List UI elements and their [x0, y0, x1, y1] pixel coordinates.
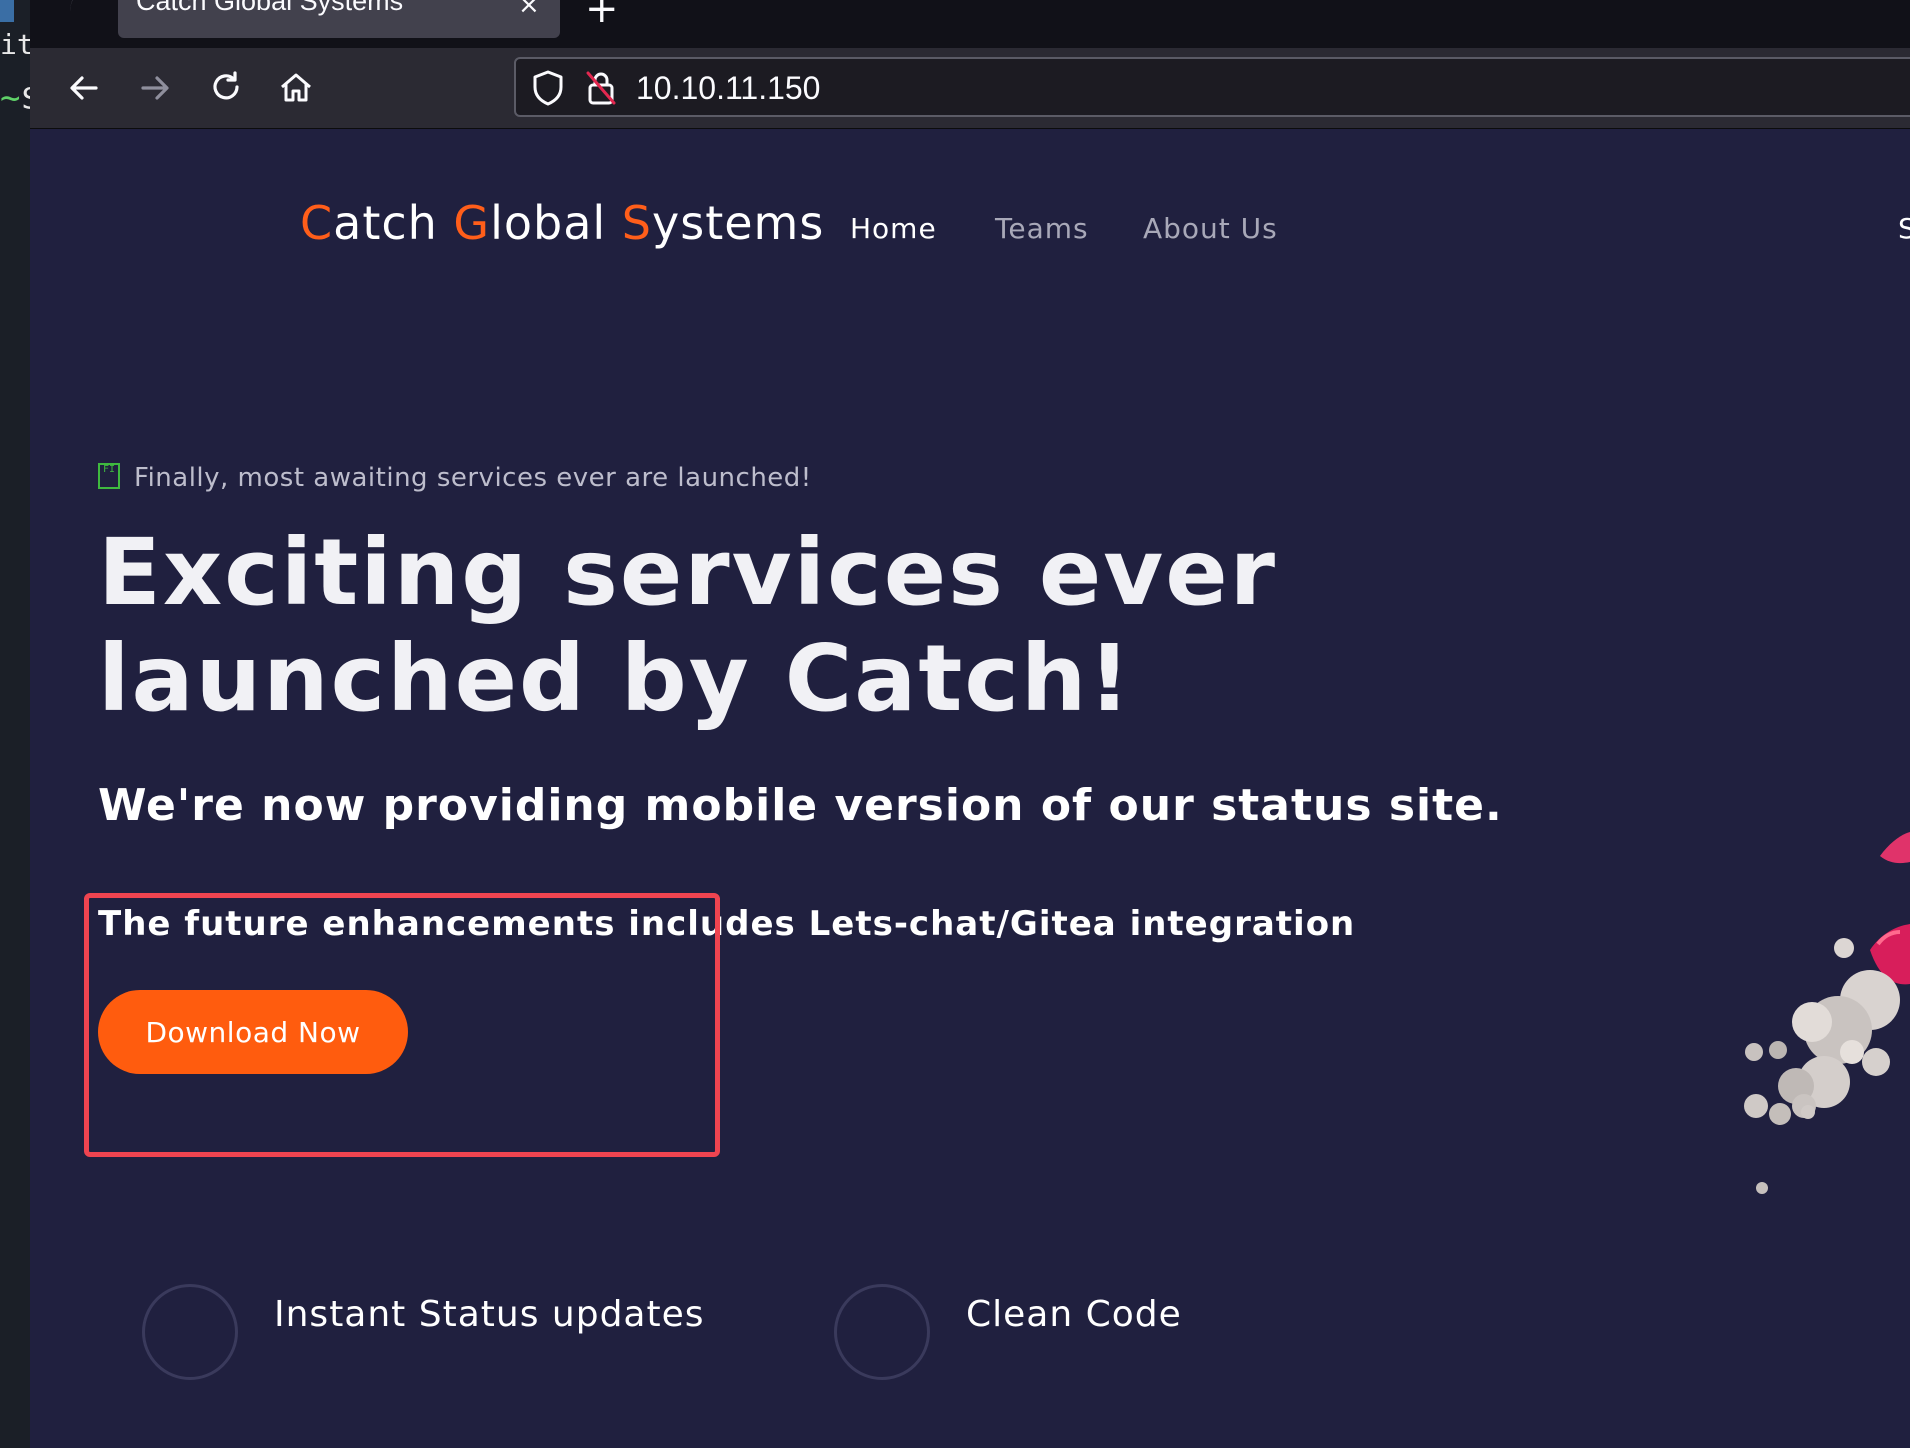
browser-toolbar: 10.10.11.150	[30, 48, 1910, 129]
shield-icon[interactable]	[530, 69, 566, 111]
url-text[interactable]: 10.10.11.150	[636, 70, 820, 107]
nav-link-truncated[interactable]: S	[1898, 212, 1910, 245]
tab-title: Catch Global Systems	[136, 0, 404, 16]
browser-tab[interactable]: Catch Global Systems ×	[118, 0, 560, 38]
nav-link-about-us[interactable]: About Us	[1143, 212, 1278, 245]
home-icon[interactable]	[276, 68, 316, 108]
feature-label-clean-code: Clean Code	[966, 1294, 1182, 1335]
url-bar[interactable]: 10.10.11.150	[514, 57, 1910, 117]
forward-icon[interactable]	[135, 68, 175, 108]
rocket-illustration	[1744, 832, 1910, 1194]
reload-icon[interactable]	[206, 68, 246, 108]
hero-tagline: Finally, most awaiting services ever are…	[134, 463, 812, 493]
terminal-prompt: ~$	[0, 78, 30, 118]
nav-link-teams[interactable]: Teams	[995, 212, 1089, 245]
terminal-line: it	[0, 28, 30, 61]
terminal-tab-indicator	[0, 0, 14, 22]
terminal-window-edge: it ~$	[0, 0, 30, 1448]
browser-tab-strip: Catch Global Systems × +	[30, 0, 1910, 48]
feature-icon-circle	[142, 1284, 238, 1380]
hero-heading: Exciting services ever launched by Catch…	[98, 519, 1278, 732]
close-tab-icon[interactable]: ×	[518, 0, 540, 20]
site-logo[interactable]: Catch Global Systems	[300, 196, 824, 250]
feature-label-status: Instant Status updates	[274, 1294, 705, 1335]
new-tab-button[interactable]: +	[585, 0, 619, 32]
annotation-highlight-box	[84, 893, 720, 1157]
nav-link-home[interactable]: Home	[850, 212, 937, 245]
back-icon[interactable]	[64, 68, 104, 108]
hero-subtitle: We're now providing mobile version of ou…	[98, 780, 1503, 831]
insecure-lock-icon[interactable]	[584, 69, 618, 111]
launch-badge-icon: FI	[98, 463, 120, 489]
feature-icon-circle	[834, 1284, 930, 1380]
